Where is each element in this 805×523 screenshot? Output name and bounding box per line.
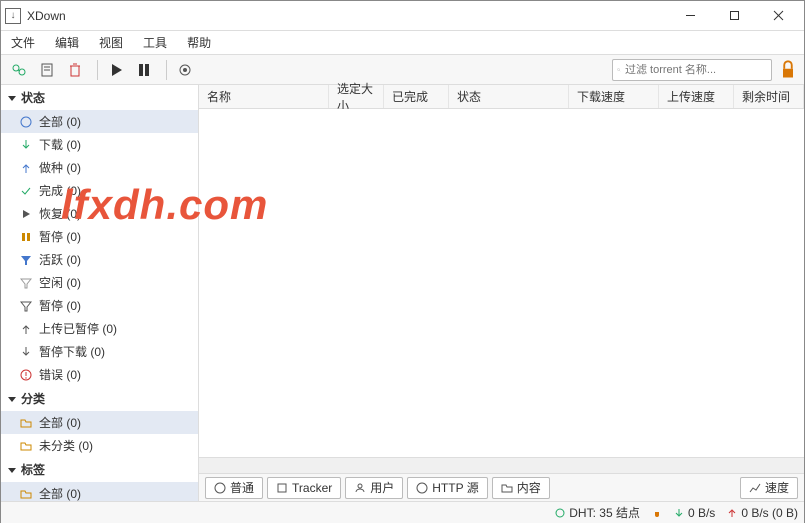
lock-icon[interactable]	[778, 60, 798, 80]
menu-file[interactable]: 文件	[7, 32, 39, 53]
search-icon	[617, 64, 621, 76]
menu-edit[interactable]: 编辑	[51, 32, 83, 53]
tab-general[interactable]: 普通	[205, 477, 263, 499]
sidebar-item-tag-all[interactable]: 全部 (0)	[1, 482, 198, 501]
add-file-button[interactable]	[35, 58, 59, 82]
separator	[97, 60, 98, 80]
separator	[166, 60, 167, 80]
menu-view[interactable]: 视图	[95, 32, 127, 53]
column-down-speed[interactable]: 下载速度	[569, 85, 659, 108]
column-name[interactable]: 名称	[199, 85, 329, 108]
category-section-header[interactable]: 分类	[1, 386, 198, 411]
chevron-down-icon	[7, 465, 17, 475]
status-dht: DHT: 35 结点	[555, 504, 640, 521]
sidebar-item-uncategorized[interactable]: 未分类 (0)	[1, 434, 198, 457]
column-size[interactable]: 选定大小	[329, 85, 384, 108]
pause-button[interactable]	[132, 58, 156, 82]
down-arrow-icon	[674, 508, 684, 518]
table-header: 名称 选定大小 已完成 状态 下载速度 上传速度 剩余时间	[199, 85, 804, 109]
tab-http[interactable]: HTTP 源	[407, 477, 487, 499]
users-icon	[354, 482, 366, 494]
sidebar-item-upload-paused[interactable]: 上传已暂停 (0)	[1, 317, 198, 340]
menu-bar: 文件 编辑 视图 工具 帮助	[1, 31, 804, 55]
folder-icon	[19, 439, 33, 453]
sidebar-item-active[interactable]: 活跃 (0)	[1, 248, 198, 271]
start-button[interactable]	[104, 58, 128, 82]
chart-icon	[749, 482, 761, 494]
tab-speed[interactable]: 速度	[740, 477, 798, 499]
menu-tools[interactable]: 工具	[139, 32, 171, 53]
window-title: XDown	[27, 9, 668, 23]
sidebar-item-idle[interactable]: 空闲 (0)	[1, 271, 198, 294]
status-firewall[interactable]	[652, 508, 662, 518]
status-up-speed[interactable]: 0 B/s (0 B)	[727, 506, 798, 520]
tab-tracker[interactable]: Tracker	[267, 477, 341, 499]
sidebar-item-download-paused[interactable]: 暂停下载 (0)	[1, 340, 198, 363]
sidebar-item-error[interactable]: 错误 (0)	[1, 363, 198, 386]
minimize-button[interactable]	[668, 2, 712, 30]
sidebar-item-stalled[interactable]: 暂停 (0)	[1, 294, 198, 317]
info-icon	[214, 482, 226, 494]
sidebar-item-complete[interactable]: 完成 (0)	[1, 179, 198, 202]
delete-button[interactable]	[63, 58, 87, 82]
check-icon	[19, 184, 33, 198]
title-bar: ↓ XDown	[1, 1, 804, 31]
plug-icon	[652, 508, 662, 518]
all-icon	[19, 115, 33, 129]
sidebar-item-downloading[interactable]: 下载 (0)	[1, 133, 198, 156]
download-icon	[19, 345, 33, 359]
sidebar: 状态 全部 (0) 下载 (0) 做种 (0) 完成 (0) 恢复 (0) 暂停…	[1, 85, 199, 501]
download-icon	[19, 138, 33, 152]
filter-icon	[19, 253, 33, 267]
app-icon: ↓	[5, 8, 21, 24]
tab-content[interactable]: 内容	[492, 477, 550, 499]
folder-icon	[19, 416, 33, 430]
status-section-header[interactable]: 状态	[1, 85, 198, 110]
status-down-speed[interactable]: 0 B/s	[674, 506, 715, 520]
up-arrow-icon	[727, 508, 737, 518]
sidebar-item-paused[interactable]: 暂停 (0)	[1, 225, 198, 248]
add-link-button[interactable]	[7, 58, 31, 82]
column-done[interactable]: 已完成	[384, 85, 449, 108]
chevron-down-icon	[7, 93, 17, 103]
search-box[interactable]	[612, 59, 772, 81]
folder-icon	[19, 487, 33, 501]
filter-icon	[19, 276, 33, 290]
sidebar-item-resume[interactable]: 恢复 (0)	[1, 202, 198, 225]
toolbar	[1, 55, 804, 85]
column-up-speed[interactable]: 上传速度	[659, 85, 734, 108]
play-icon	[19, 207, 33, 221]
status-bar: DHT: 35 结点 0 B/s 0 B/s (0 B)	[1, 501, 804, 523]
upload-icon	[19, 322, 33, 336]
folder-icon	[501, 482, 513, 494]
horizontal-scrollbar[interactable]	[199, 457, 804, 473]
sidebar-item-seeding[interactable]: 做种 (0)	[1, 156, 198, 179]
search-input[interactable]	[625, 64, 767, 76]
content-area: 名称 选定大小 已完成 状态 下载速度 上传速度 剩余时间 普通 Tracker…	[199, 85, 804, 501]
close-button[interactable]	[756, 2, 800, 30]
error-icon	[19, 368, 33, 382]
sidebar-item-all[interactable]: 全部 (0)	[1, 110, 198, 133]
filter-icon	[19, 299, 33, 313]
detail-tabs: 普通 Tracker 用户 HTTP 源 内容 速度	[199, 473, 804, 501]
main-area: 状态 全部 (0) 下载 (0) 做种 (0) 完成 (0) 恢复 (0) 暂停…	[1, 85, 804, 501]
pause-icon	[19, 230, 33, 244]
chevron-down-icon	[7, 394, 17, 404]
sidebar-item-category-all[interactable]: 全部 (0)	[1, 411, 198, 434]
globe-icon	[555, 508, 565, 518]
settings-button[interactable]	[173, 58, 197, 82]
column-status[interactable]: 状态	[449, 85, 569, 108]
tracker-icon	[276, 482, 288, 494]
menu-help[interactable]: 帮助	[183, 32, 215, 53]
upload-icon	[19, 161, 33, 175]
table-body	[199, 109, 804, 457]
maximize-button[interactable]	[712, 2, 756, 30]
tag-section-header[interactable]: 标签	[1, 457, 198, 482]
tab-peers[interactable]: 用户	[345, 477, 403, 499]
http-icon	[416, 482, 428, 494]
column-eta[interactable]: 剩余时间	[734, 85, 804, 108]
